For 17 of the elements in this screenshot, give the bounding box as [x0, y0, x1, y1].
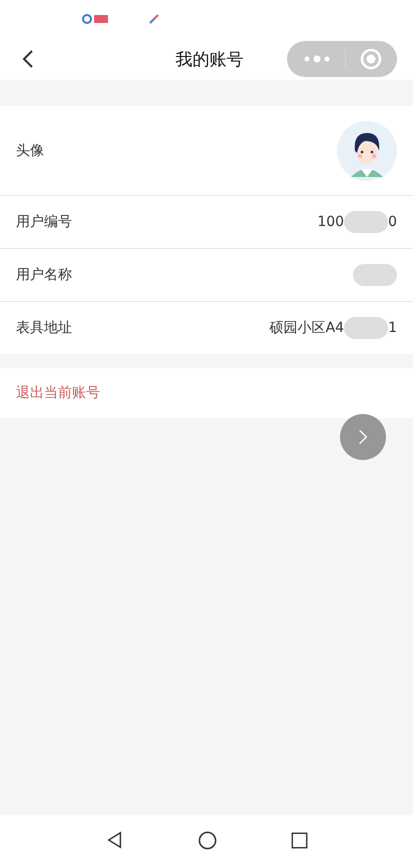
avatar-drawing[interactable] — [337, 120, 397, 180]
field-label: 头像 — [16, 142, 44, 160]
back-triangle-icon[interactable] — [106, 831, 124, 849]
field-value: 100 — [317, 214, 344, 230]
field-value: 硕园小区A4 — [270, 319, 344, 337]
forward-button[interactable] — [340, 414, 386, 460]
logout-link[interactable]: 退出当前账号 — [16, 384, 100, 402]
home-circle-icon[interactable] — [198, 830, 216, 850]
field-value: 0 — [388, 214, 397, 230]
field-label: 表具地址 — [16, 319, 72, 337]
field-value: 1 — [388, 320, 397, 336]
field-label: 用户名称 — [16, 266, 72, 284]
chevron-right-icon[interactable] — [358, 428, 368, 446]
field-label: 用户编号 — [16, 213, 72, 231]
back-icon[interactable] — [22, 49, 34, 69]
page-title: 我的账号 — [176, 48, 244, 70]
recents-square-icon[interactable] — [290, 832, 308, 848]
